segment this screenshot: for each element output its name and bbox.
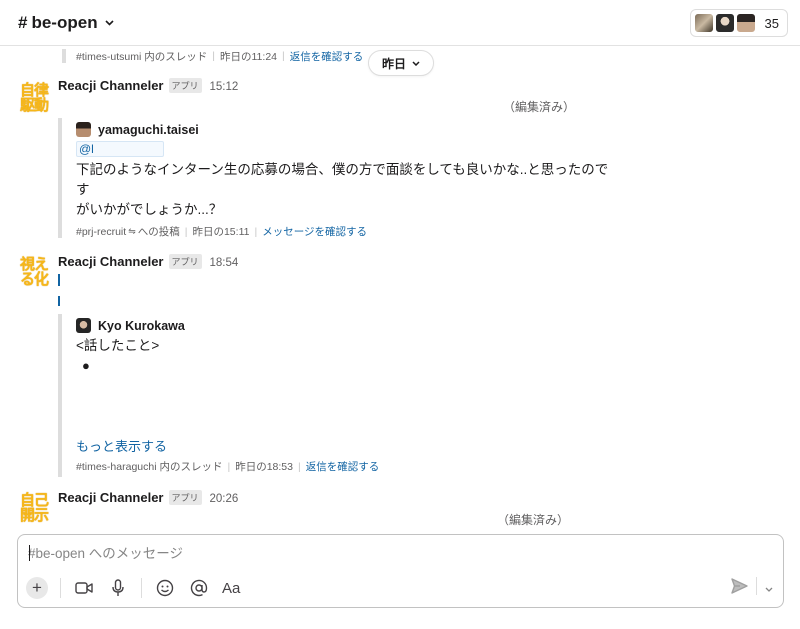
- message-time[interactable]: 18:54: [210, 257, 239, 269]
- send-button[interactable]: [729, 576, 749, 596]
- audio-clip-button[interactable]: [107, 577, 129, 599]
- microphone-icon: [112, 579, 124, 596]
- quoted-line: がいかがでしょうか...？: [76, 202, 223, 217]
- mention-button[interactable]: [188, 577, 210, 599]
- channel-name-button[interactable]: # be-open: [18, 13, 114, 33]
- reacji-emoji-avatar[interactable]: 自己 開示: [16, 490, 52, 526]
- link-icon: ⇋: [128, 226, 136, 236]
- sender-name[interactable]: Reacji Channeler: [58, 78, 164, 93]
- add-attachment-button[interactable]: +: [26, 577, 48, 599]
- thread-time: 昨日の11:24: [220, 50, 277, 63]
- separator: |: [212, 50, 215, 62]
- user-mention[interactable]: @l: [76, 141, 164, 157]
- channel-hash: #: [18, 13, 28, 32]
- quoted-text: 下記のようなインターン生の応募の場合、僕の方で面談をしても良いかな..と思ったの…: [76, 160, 616, 220]
- quoted-author[interactable]: yamaguchi.taisei: [76, 122, 199, 137]
- separator: |: [184, 225, 188, 238]
- source-time: 昨日の18:53: [235, 461, 293, 473]
- quoted-message: yamaguchi.taisei @l 下記のようなインターン生の応募の場合、僕…: [58, 118, 618, 238]
- quoted-author[interactable]: Kyo Kurokawa: [76, 318, 185, 333]
- member-count: 35: [764, 15, 779, 31]
- sender-name[interactable]: Reacji Channeler: [58, 254, 164, 269]
- channel-header: # be-open 35: [0, 0, 800, 46]
- toolbar-divider: [141, 578, 142, 598]
- emoji-button[interactable]: [154, 577, 176, 599]
- edited-label: （編集済み）: [503, 100, 576, 114]
- view-replies-link[interactable]: 返信を確認する: [306, 459, 380, 474]
- view-replies-link[interactable]: 返信を確認する: [290, 49, 364, 64]
- quoted-author-name: Kyo Kurokawa: [98, 318, 185, 333]
- avatar: [76, 122, 91, 137]
- emoji-text-line: 駆動: [19, 96, 49, 114]
- app-badge: アプリ: [168, 490, 202, 505]
- at-sign-icon: [190, 579, 208, 597]
- toolbar-divider: [60, 578, 61, 598]
- message-time[interactable]: 20:26: [210, 493, 239, 505]
- emoji-text-line: る化: [19, 270, 49, 288]
- format-text-button[interactable]: Aa: [222, 580, 240, 597]
- chevron-down-icon: [105, 18, 114, 29]
- message-source-ref: #times-haraguchi 内のスレッド | 昨日の18:53 | 返信を…: [76, 459, 379, 474]
- chevron-down-icon: [412, 58, 420, 68]
- send-divider: [756, 577, 757, 595]
- message-composer: + Aa: [17, 534, 784, 608]
- source-channel: #times-haraguchi 内のスレッド: [76, 461, 223, 473]
- member-avatar: [714, 13, 735, 33]
- show-more-link[interactable]: もっと表示する: [76, 436, 167, 455]
- send-icon: [730, 578, 748, 594]
- reacji-emoji-avatar[interactable]: 視え る化: [16, 254, 52, 290]
- send-options-button[interactable]: [765, 584, 773, 594]
- link-fragment[interactable]: [58, 274, 62, 286]
- members-button[interactable]: 35: [689, 9, 788, 37]
- separator: |: [282, 50, 285, 62]
- separator: |: [227, 460, 231, 473]
- message-time[interactable]: 15:12: [210, 81, 239, 93]
- sender-name[interactable]: Reacji Channeler: [58, 490, 164, 505]
- edited-label: （編集済み）: [497, 513, 570, 527]
- quoted-line: 下記のようなインターン生の応募の場合、僕の方で面談をしても良いかな..と思ったの…: [76, 162, 609, 197]
- video-camera-icon: [75, 582, 93, 594]
- avatar: [76, 318, 91, 333]
- chevron-down-icon: [765, 587, 773, 592]
- link-fragment[interactable]: [58, 296, 62, 306]
- bullet-point: ●: [82, 358, 90, 373]
- message-header: Reacji Channeler アプリ 18:54: [58, 254, 238, 270]
- smiley-icon: [156, 579, 174, 597]
- separator: |: [254, 225, 258, 238]
- channel-name: be-open: [31, 13, 98, 32]
- quoted-text: <話したこと>: [76, 338, 160, 353]
- source-suffix: への投稿: [137, 226, 180, 238]
- message-feed[interactable]: #times-utsumi 内のスレッド | 昨日の11:24 | 返信を確認す…: [0, 46, 800, 530]
- date-label: 昨日: [382, 56, 407, 71]
- message-input[interactable]: [28, 543, 728, 563]
- source-channel: #prj-recruit: [76, 225, 127, 238]
- message-header: Reacji Channeler アプリ 15:12: [58, 78, 238, 94]
- source-time: 昨日の15:11: [192, 226, 250, 238]
- separator: |: [297, 460, 301, 473]
- date-divider-button[interactable]: 昨日: [368, 50, 435, 76]
- emoji-text-line: 開示: [19, 506, 49, 524]
- member-avatar: [735, 13, 756, 33]
- quoted-message: Kyo Kurokawa <話したこと> ● もっと表示する #times-ha…: [58, 314, 618, 477]
- message-source-ref: #prj-recruit ⇋ への投稿 | 昨日の15:11 | メッセージを確…: [76, 224, 367, 239]
- app-badge: アプリ: [168, 254, 202, 269]
- member-avatar: [693, 13, 714, 33]
- thread-reference: #times-utsumi 内のスレッド | 昨日の11:24 | 返信を確認す…: [62, 49, 363, 63]
- reacji-emoji-avatar[interactable]: 自律 駆動: [16, 80, 52, 116]
- thread-source: #times-utsumi 内のスレッド: [76, 50, 208, 63]
- view-message-link[interactable]: メッセージを確認する: [262, 224, 367, 239]
- message-header: Reacji Channeler アプリ 20:26: [58, 490, 238, 506]
- composer-toolbar: + Aa: [26, 577, 240, 599]
- app-badge: アプリ: [168, 78, 202, 93]
- text-caret: [29, 545, 30, 561]
- quoted-author-name: yamaguchi.taisei: [98, 122, 199, 137]
- video-clip-button[interactable]: [73, 577, 95, 599]
